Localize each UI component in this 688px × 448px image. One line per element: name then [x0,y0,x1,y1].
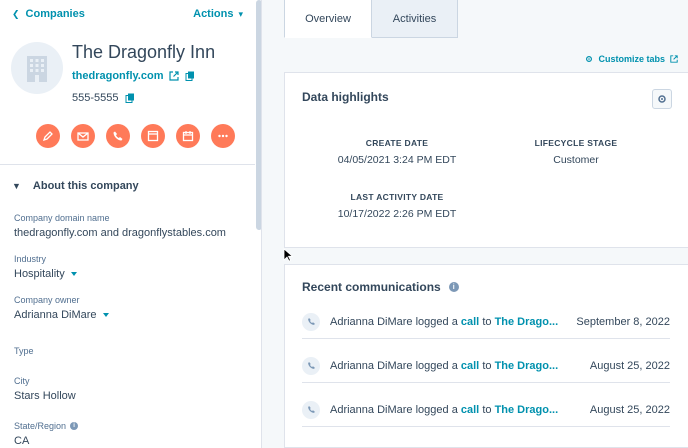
record-tabs: Overview Activities [284,0,458,38]
company-logo [11,42,63,94]
chevron-left-icon: ❮ [12,8,20,19]
highlight-create-date: CREATE DATE 04/05/2021 3:24 PM EDT [337,138,457,166]
company-domain-row: thedragonfly.com [72,70,195,82]
tab-overview[interactable]: Overview [284,0,372,38]
actions-dropdown[interactable]: Actions ▾ [193,8,243,20]
communication-type-link[interactable]: call [461,360,479,372]
mouse-cursor-icon [283,248,293,262]
create-note-button[interactable] [36,124,60,148]
company-domain-link[interactable]: thedragonfly.com [72,70,163,82]
task-icon [147,130,159,142]
copy-icon[interactable] [185,71,195,81]
tab-activities[interactable]: Activities [372,0,458,38]
email-icon [77,132,89,141]
property-label: Company domain name [14,213,110,223]
note-icon [42,131,53,142]
highlight-last-activity-date: LAST ACTIVITY DATE 10/17/2022 2:26 PM ED… [337,192,457,220]
card-title: Data highlights [302,90,389,104]
send-email-button[interactable] [71,124,95,148]
data-highlights-card: Data highlights CREATE DATE 04/05/2021 3… [284,72,688,248]
call-icon [113,131,123,141]
create-task-button[interactable] [141,124,165,148]
communication-target-link[interactable]: The Drago... [495,316,559,328]
external-link-icon [670,55,678,63]
communication-date: August 25, 2022 [589,403,670,416]
communication-target-link[interactable]: The Drago... [495,360,559,372]
property-value: Stars Hollow [14,390,76,402]
company-phone-row: 555-5555 [72,92,135,104]
property-value: CA [14,435,30,447]
gear-icon [586,56,593,62]
communication-summary: Adrianna DiMare logged a call to The Dra… [330,315,559,328]
back-to-companies-link[interactable]: ❮ Companies [12,8,85,20]
highlights-settings-button[interactable] [652,89,672,109]
communication-type-link[interactable]: call [461,316,479,328]
gear-icon [658,95,666,103]
make-call-button[interactable] [106,124,130,148]
property-company-domain[interactable]: Company domain name thedragonfly.com and… [14,213,226,239]
caret-down-icon [70,272,77,276]
meeting-icon [182,131,194,142]
chevron-down-icon: ▼ [12,181,21,191]
company-phone[interactable]: 555-5555 [72,92,119,104]
communication-date: September 8, 2022 [576,315,670,328]
back-label: Companies [25,8,85,20]
call-icon [302,356,320,375]
more-icon [218,134,228,138]
communication-date: August 25, 2022 [589,359,670,372]
card-title: Recent communications i [302,280,459,294]
caret-down-icon [102,313,109,317]
communication-row[interactable]: Adrianna DiMare logged a call to The Dra… [302,393,670,427]
communication-row[interactable]: Adrianna DiMare logged a call to The Dra… [302,349,670,383]
highlight-lifecycle-stage: LIFECYCLE STAGE Customer [534,138,618,166]
quick-actions [36,124,235,148]
communication-type-link[interactable]: call [461,404,479,416]
call-icon [302,400,320,419]
industry-select[interactable]: Hospitality [14,268,77,280]
schedule-meeting-button[interactable] [176,124,200,148]
info-icon[interactable]: i [70,422,79,430]
property-label: Company owner [14,295,80,305]
chevron-down-icon: ▾ [238,8,243,19]
communication-row[interactable]: Adrianna DiMare logged a call to The Dra… [302,305,670,339]
property-label: Type [14,346,34,356]
property-company-owner[interactable]: Company owner Adrianna DiMare [14,295,109,321]
about-section-title: About this company [32,180,139,192]
customize-label: Customize tabs [598,54,665,64]
property-label: City [14,376,30,386]
owner-select[interactable]: Adrianna DiMare [14,309,109,321]
company-sidebar: ❮ Companies Actions ▾ The Dragonfly Inn … [0,0,262,448]
copy-icon[interactable] [125,93,135,103]
customize-tabs-link[interactable]: Customize tabs [585,54,678,64]
property-state-region[interactable]: State/Region i CA [14,421,79,447]
section-divider [0,164,255,165]
property-label: Industry [14,254,47,264]
communication-summary: Adrianna DiMare logged a call to The Dra… [330,403,559,416]
sidebar-top-nav: ❮ Companies Actions ▾ [12,8,243,24]
communication-summary: Adrianna DiMare logged a call to The Dra… [330,359,559,372]
property-label: State/Region i [14,421,79,431]
call-icon [302,312,320,331]
building-icon [27,56,47,82]
more-actions-button[interactable] [211,124,235,148]
about-section-toggle[interactable]: ▼ About this company [12,180,139,192]
main-content: Overview Activities Customize tabs Data … [262,0,688,448]
property-city[interactable]: City Stars Hollow [14,376,76,402]
property-value: thedragonfly.com and dragonflystables.co… [14,227,226,239]
info-icon[interactable]: i [448,282,459,292]
external-link-icon[interactable] [169,71,180,81]
property-type[interactable]: Type [14,346,34,360]
recent-communications-card: Recent communications i Adrianna DiMare … [284,264,688,448]
company-name[interactable]: The Dragonfly Inn [72,42,215,63]
actions-label: Actions [193,8,234,20]
property-industry[interactable]: Industry Hospitality [14,254,77,280]
communication-target-link[interactable]: The Drago... [495,404,559,416]
